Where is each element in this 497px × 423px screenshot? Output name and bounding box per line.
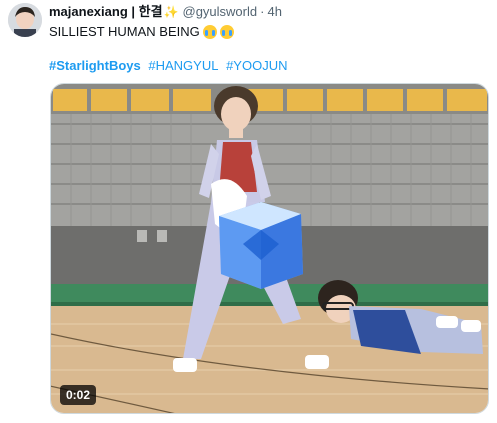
hashtag-row: #StarlightBoys #HANGYUL #YOOJUN: [49, 58, 291, 74]
tweet[interactable]: majanexiang | 한결 ✨ @gyulsworld · 4h SILL…: [0, 0, 497, 423]
tweet-header: majanexiang | 한결 ✨ @gyulsworld · 4h: [49, 4, 282, 20]
crystal-sticker: [219, 202, 303, 289]
display-name[interactable]: majanexiang | 한결: [49, 4, 163, 20]
hashtag-starlightboys[interactable]: #StarlightBoys: [49, 58, 141, 73]
video-player[interactable]: 0:02: [50, 83, 489, 414]
sparkles-icon: ✨: [163, 5, 179, 19]
tweet-text-content: SILLIEST HUMAN BEING: [49, 24, 200, 39]
video-timestamp: 0:02: [60, 385, 97, 405]
loudly-crying-face-emoji: [202, 25, 217, 39]
video-frame: [51, 84, 488, 413]
loudly-crying-face-emoji: [219, 25, 234, 39]
post-time[interactable]: 4h: [267, 4, 281, 20]
tweet-text: SILLIEST HUMAN BEING: [49, 24, 234, 40]
avatar[interactable]: [8, 3, 42, 37]
hashtag-yoojun[interactable]: #YOOJUN: [226, 58, 287, 73]
user-handle[interactable]: @gyulsworld: [183, 4, 258, 20]
hashtag-hangyul[interactable]: #HANGYUL: [148, 58, 218, 73]
separator-dot: ·: [260, 4, 265, 19]
